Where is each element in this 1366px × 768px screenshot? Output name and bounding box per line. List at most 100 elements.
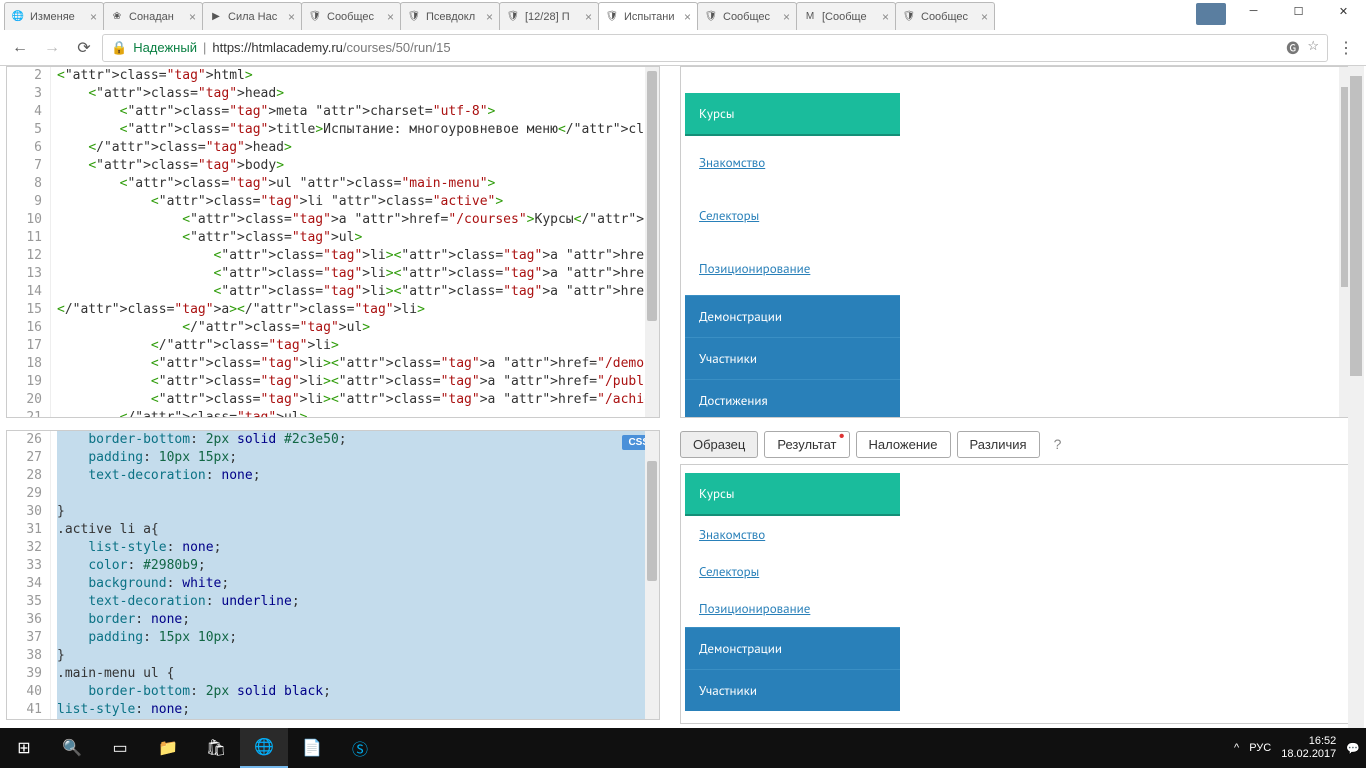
close-icon[interactable]: × — [288, 10, 295, 24]
favicon-icon: 🛡 — [407, 10, 421, 24]
html-editor[interactable]: 23456789101112131415161718192021 <"attr"… — [6, 66, 660, 418]
tab-label: Псевдокл — [426, 11, 482, 23]
tab-label: Сообщес — [327, 11, 383, 23]
code-area[interactable]: <"attr">class="tag">html> <"attr">class=… — [57, 67, 647, 418]
browser-tab[interactable]: 🛡 Испытани × — [598, 2, 698, 30]
menu-sub[interactable]: Селекторы — [685, 189, 900, 242]
favicon-icon: ▶ — [209, 10, 223, 24]
browser-tab[interactable]: 🛡 Сообщес × — [301, 2, 401, 30]
chrome-icon[interactable]: 🌐 — [240, 728, 288, 768]
forward-button[interactable]: → — [38, 34, 66, 62]
menu-item[interactable]: Участники — [685, 337, 900, 379]
taskview-icon[interactable]: ▭ — [96, 728, 144, 768]
browser-tab[interactable]: 🛡 [12/28] П × — [499, 2, 599, 30]
sample-menu: Курсы Знакомство Селекторы Позиционирова… — [685, 473, 900, 711]
rendered-menu: Курсы Знакомство Селекторы Позиционирова… — [685, 93, 900, 418]
browser-tab[interactable]: 🛡 Сообщес × — [697, 2, 797, 30]
close-icon[interactable]: × — [684, 10, 691, 24]
tab-label: Сообщес — [921, 11, 977, 23]
reload-button[interactable]: ⟳ — [70, 34, 98, 62]
search-icon[interactable]: 🔍 — [48, 728, 96, 768]
close-icon[interactable]: × — [783, 10, 790, 24]
tab-overlay[interactable]: Наложение — [856, 431, 951, 458]
close-icon[interactable]: × — [90, 10, 97, 24]
menu-sub[interactable]: Знакомство — [685, 516, 900, 553]
menu-head[interactable]: Курсы — [685, 473, 900, 516]
system-tray: ^ РУС 16:52 18.02.2017 💬 — [1234, 735, 1366, 761]
editors-column: 23456789101112131415161718192021 <"attr"… — [0, 66, 660, 728]
browser-toolbar: ← → ⟳ 🔒 Надежный | https://htmlacademy.r… — [0, 30, 1366, 66]
browser-tab[interactable]: 🛡 Псевдокл × — [400, 2, 500, 30]
menu-item[interactable]: Демонстрации — [685, 295, 900, 337]
menu-item[interactable]: Демонстрации — [685, 627, 900, 669]
tab-label: Сообщес — [723, 11, 779, 23]
address-bar[interactable]: 🔒 Надежный | https://htmlacademy.ru/cour… — [102, 34, 1328, 62]
favicon-icon: 🛡 — [605, 10, 619, 24]
browser-tab[interactable]: ❀Сонадан× — [103, 2, 203, 30]
tab-label: Изменяе — [30, 11, 86, 23]
favicon-icon: 🛡 — [704, 10, 718, 24]
favicon-icon: 🛡 — [308, 10, 322, 24]
help-button[interactable]: ? — [1046, 431, 1070, 457]
result-tabs: Образец Результат• Наложение Различия ? — [680, 430, 1356, 458]
windows-taskbar: ⊞ 🔍 ▭ 📁 🛍 🌐 📄 Ⓢ ^ РУС 16:52 18.02.2017 💬 — [0, 728, 1366, 768]
favicon-icon: M — [803, 10, 817, 24]
profile-button[interactable] — [1196, 3, 1226, 25]
minimize-button[interactable]: ─ — [1231, 0, 1276, 22]
menu-sub[interactable]: Знакомство — [685, 136, 900, 189]
browser-tab[interactable]: ▶ Сила Нас × — [202, 2, 302, 30]
menu-sub[interactable]: Позиционирование — [685, 590, 900, 627]
css-editor[interactable]: CSS 26272829303132333435363738394041 bor… — [6, 430, 660, 720]
close-icon[interactable]: × — [585, 10, 592, 24]
close-button[interactable]: ✕ — [1321, 0, 1366, 22]
menu-button[interactable]: ⋮ — [1332, 34, 1360, 62]
code-area[interactable]: border-bottom: 2px solid #2c3e50; paddin… — [57, 431, 647, 719]
favicon-icon: 🛡 — [902, 10, 916, 24]
browser-tab[interactable]: 🌐Изменяе× — [4, 2, 104, 30]
input-lang[interactable]: РУС — [1249, 742, 1271, 754]
menu-item[interactable]: Достижения — [685, 379, 900, 418]
clock[interactable]: 16:52 18.02.2017 — [1281, 735, 1336, 761]
tab-strip: 🌐Изменяе×❀Сонадан×▶Сила Нас×🛡Сообщес×🛡Пс… — [0, 2, 994, 30]
tab-label: Испытани — [624, 11, 680, 23]
browser-titlebar: 🌐Изменяе×❀Сонадан×▶Сила Нас×🛡Сообщес×🛡Пс… — [0, 0, 1366, 30]
skype-icon[interactable]: Ⓢ — [336, 728, 384, 768]
secure-label: Надежный — [133, 40, 197, 55]
favicon-icon: ❀ — [110, 10, 124, 24]
window-controls: ─ ☐ ✕ — [1231, 0, 1366, 22]
close-icon[interactable]: × — [189, 10, 196, 24]
browser-tab[interactable]: 🛡 Сообщес × — [895, 2, 995, 30]
notifications-icon[interactable]: 💬 — [1346, 742, 1360, 755]
tab-result[interactable]: Результат• — [764, 431, 849, 458]
close-icon[interactable]: × — [486, 10, 493, 24]
close-icon[interactable]: × — [387, 10, 394, 24]
close-icon[interactable]: × — [882, 10, 889, 24]
page-scrollbar[interactable] — [1348, 66, 1364, 728]
scrollbar[interactable] — [645, 67, 659, 417]
tab-diff[interactable]: Различия — [957, 431, 1040, 458]
tray-chevron-icon[interactable]: ^ — [1234, 742, 1239, 754]
tab-sample[interactable]: Образец — [680, 431, 758, 458]
close-icon[interactable]: × — [981, 10, 988, 24]
result-preview: Курсы Знакомство Селекторы Позиционирова… — [680, 66, 1356, 418]
url-text: https://htmlacademy.ru/courses/50/run/15 — [212, 40, 450, 55]
maximize-button[interactable]: ☐ — [1276, 0, 1321, 22]
menu-sub[interactable]: Позиционирование — [685, 242, 900, 295]
translate-icon[interactable]: 🅖 — [1286, 38, 1299, 57]
lock-icon: 🔒 — [111, 40, 127, 56]
page-content: 23456789101112131415161718192021 <"attr"… — [0, 66, 1366, 728]
browser-tab[interactable]: M[Сообще× — [796, 2, 896, 30]
bookmark-icon[interactable]: ☆ — [1307, 38, 1319, 57]
favicon-icon: 🛡 — [506, 10, 520, 24]
menu-sub[interactable]: Селекторы — [685, 553, 900, 590]
store-icon[interactable]: 🛍 — [192, 728, 240, 768]
menu-head[interactable]: Курсы — [685, 93, 900, 136]
tab-label: Сила Нас — [228, 11, 284, 23]
menu-item[interactable]: Участники — [685, 669, 900, 711]
start-button[interactable]: ⊞ — [0, 728, 48, 768]
tab-label: [12/28] П — [525, 11, 581, 23]
scrollbar[interactable] — [645, 431, 659, 719]
explorer-icon[interactable]: 📁 — [144, 728, 192, 768]
app-icon[interactable]: 📄 — [288, 728, 336, 768]
back-button[interactable]: ← — [6, 34, 34, 62]
